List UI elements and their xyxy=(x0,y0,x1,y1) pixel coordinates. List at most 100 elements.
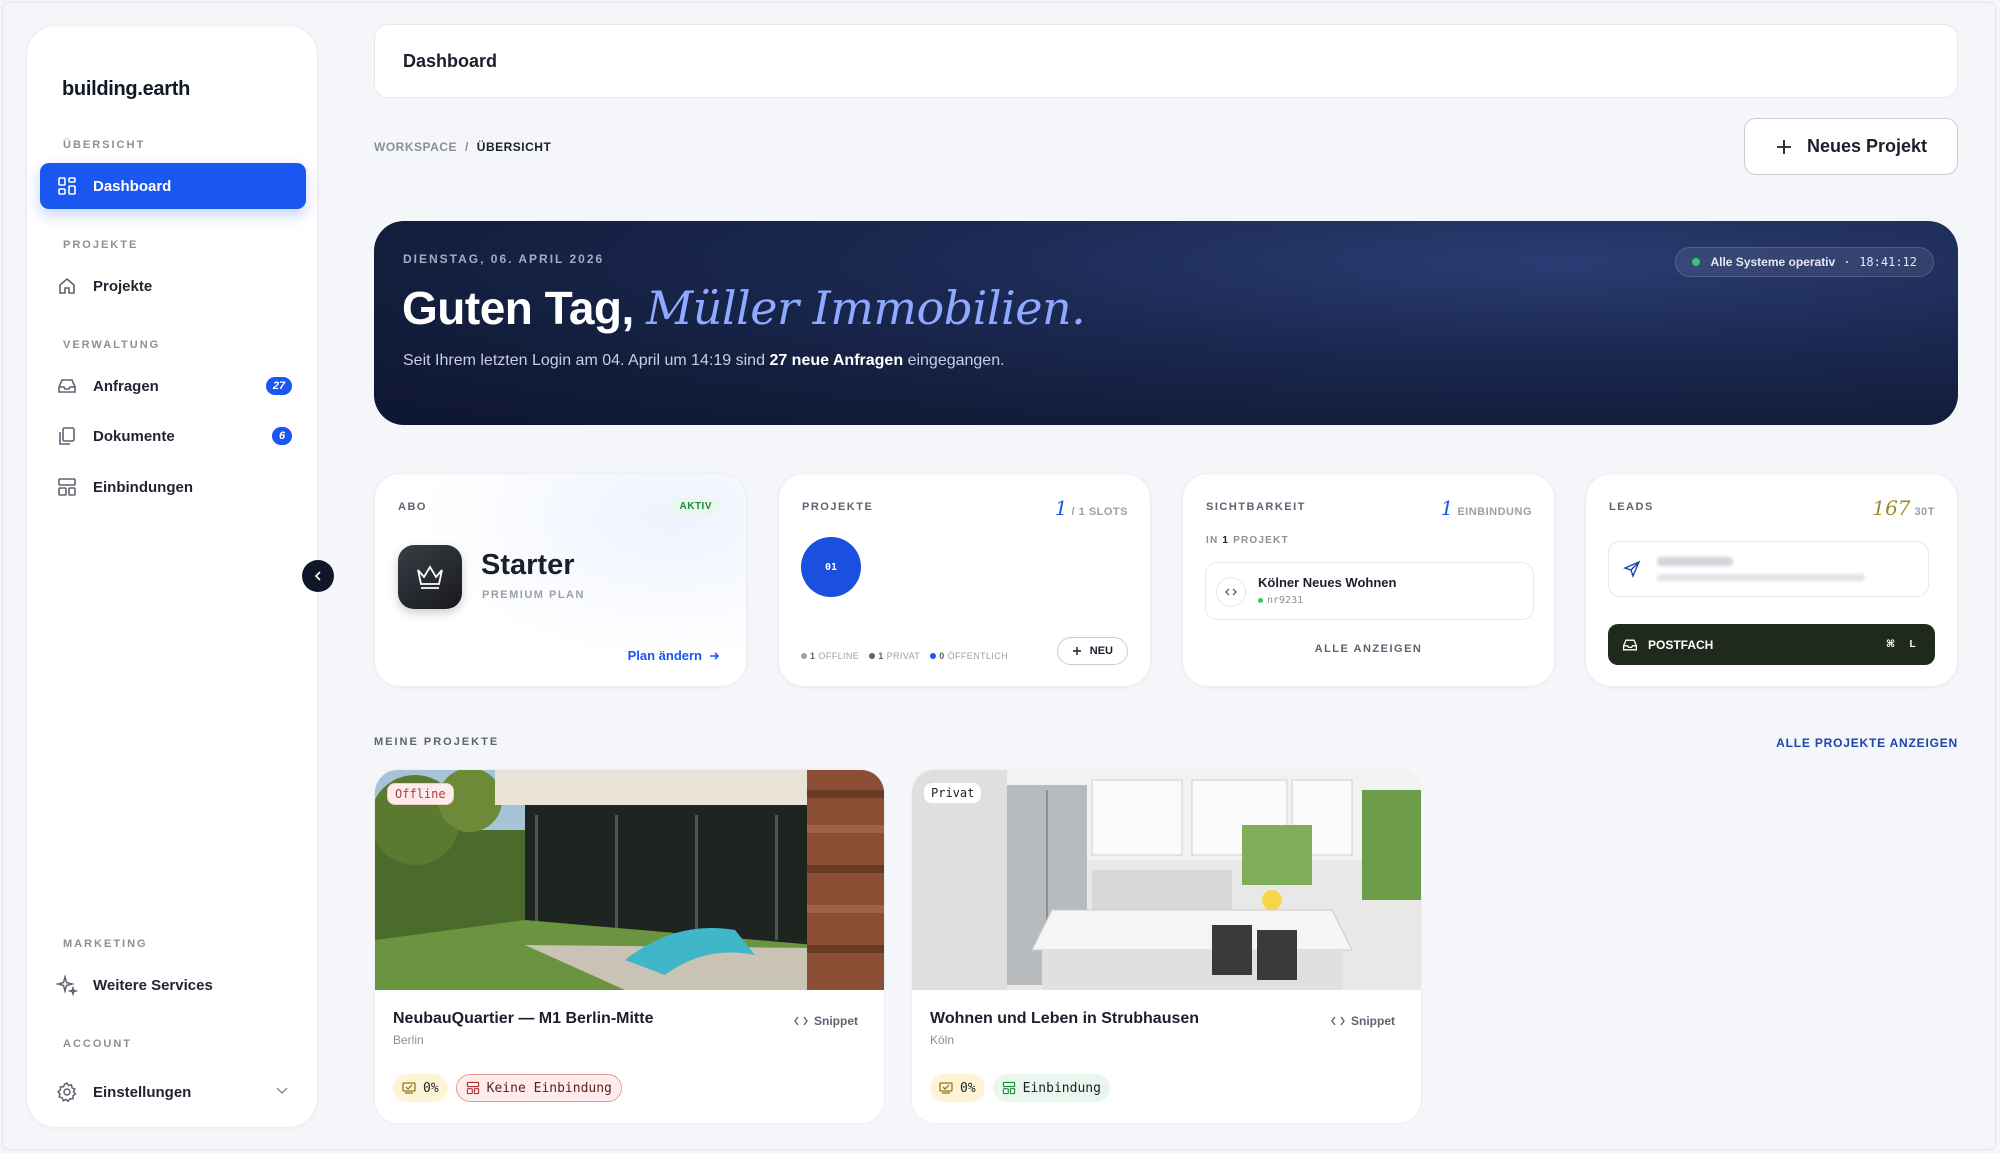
sidebar-item-einbindungen[interactable]: Einbindungen xyxy=(40,464,306,510)
arrow-right-icon xyxy=(710,651,720,660)
legend-privat: 1 PRIVAT xyxy=(869,651,920,661)
show-all-link[interactable]: ALLE ANZEIGEN xyxy=(1183,643,1554,655)
project-image xyxy=(912,770,1421,990)
layout-icon xyxy=(1002,1081,1015,1095)
sidebar-collapse-button[interactable] xyxy=(302,560,334,592)
section-label-projects: PROJEKTE xyxy=(63,239,139,251)
sub-post: PROJEKT xyxy=(1233,535,1289,546)
status-dot-icon xyxy=(1692,258,1701,266)
snippet-label: Snippet xyxy=(814,1014,858,1028)
shortcut-cmd-key: ⌘ xyxy=(1885,639,1896,650)
welcome-hero: DIENSTAG, 06. APRIL 2026 Guten Tag, Müll… xyxy=(374,221,1958,425)
legend-num: 1 xyxy=(810,651,816,661)
legend-dot-icon xyxy=(801,653,807,659)
lead-preview[interactable] xyxy=(1608,541,1929,597)
sidebar-item-anfragen[interactable]: Anfragen 27 xyxy=(40,363,306,409)
new-project-button[interactable]: Neues Projekt xyxy=(1744,118,1958,175)
card-label: LEADS xyxy=(1609,501,1654,513)
snippet-button[interactable]: Snippet xyxy=(794,1014,858,1028)
status-time: 18:41:12 xyxy=(1859,255,1917,269)
chevron-down-icon[interactable] xyxy=(274,1082,290,1102)
change-plan-link[interactable]: Plan ändern xyxy=(628,648,720,663)
change-plan-label: Plan ändern xyxy=(627,648,702,663)
crown-icon xyxy=(398,545,462,609)
chevron-left-icon xyxy=(314,571,321,581)
progress-value: 0% xyxy=(960,1080,976,1096)
projekte-card: PROJEKTE 1 / 1 SLOTS 01 1 OFFLINE 1 PRIVAT… xyxy=(778,473,1151,687)
code-icon xyxy=(1331,1016,1345,1026)
hero-sub-pre: Seit Ihrem letzten Login am 04. April um… xyxy=(403,352,765,369)
sidebar-item-einstellungen[interactable]: Einstellungen xyxy=(40,1069,306,1115)
new-project-label: Neues Projekt xyxy=(1806,136,1928,156)
layout-icon xyxy=(466,1081,479,1095)
shortcut-l-key: L xyxy=(1909,639,1916,650)
document-icon xyxy=(56,425,78,447)
legend-public: 0 ÖFFENTLICH xyxy=(930,651,1008,661)
plan-tier: PREMIUM PLAN xyxy=(482,589,585,601)
project-city: Berlin xyxy=(393,1033,424,1047)
layout-icon xyxy=(56,476,78,498)
leads-card: LEADS 167 30T POSTFACH ⌘ L xyxy=(1585,473,1958,687)
inbox-label: POSTFACH xyxy=(1648,637,1714,652)
project-city: Köln xyxy=(930,1033,955,1047)
dokumente-badge: 6 xyxy=(272,427,292,445)
anfragen-badge: 27 xyxy=(266,377,292,395)
einbindung-count: 1 EINBINDUNG xyxy=(1441,496,1532,520)
sichtbarkeit-card: SICHTBARKEIT 1 EINBINDUNG IN 1 PROJEKT K… xyxy=(1182,473,1555,687)
project-legend: 1 OFFLINE 1 PRIVAT 0 ÖFFENTLICH xyxy=(801,651,1008,661)
project-card[interactable]: Privat Wohnen und Leben in Strubhausen K… xyxy=(911,769,1422,1124)
all-projects-link[interactable]: ALLE PROJEKTE ANZEIGEN xyxy=(1776,736,1958,750)
sidebar-item-dokumente[interactable]: Dokumente 6 xyxy=(40,413,306,459)
projekte-count-unit: / 1 SLOTS xyxy=(1071,506,1128,518)
card-label: PROJEKTE xyxy=(802,501,874,513)
section-label-account: ACCOUNT xyxy=(63,1038,132,1050)
embed-id: nr9231 xyxy=(1258,595,1303,606)
snippet-label: Snippet xyxy=(1351,1014,1395,1028)
code-icon xyxy=(794,1016,808,1026)
breadcrumb-root[interactable]: WORKSPACE xyxy=(374,140,457,154)
projekte-count-value: 1 xyxy=(1054,496,1068,520)
abo-card: ABO AKTIV Starter PREMIUM PLAN Plan ände… xyxy=(374,473,747,687)
sub-pre: IN xyxy=(1206,535,1219,546)
inbox-icon xyxy=(56,375,78,397)
brand-logo[interactable]: building.earth xyxy=(62,78,190,101)
topbar: Dashboard xyxy=(374,24,1958,98)
project-title: NeubauQuartier — M1 Berlin-Mitte xyxy=(393,1010,654,1027)
card-label: SICHTBARKEIT xyxy=(1206,501,1306,513)
projekte-count: 1 / 1 SLOTS xyxy=(1055,496,1128,520)
hero-subtitle: Seit Ihrem letzten Login am 04. April um… xyxy=(403,352,1005,370)
embed-status-label: Einbindung xyxy=(1022,1080,1101,1096)
home-icon xyxy=(56,275,78,297)
hero-date: DIENSTAG, 06. APRIL 2026 xyxy=(403,252,605,266)
plus-icon xyxy=(1072,647,1081,655)
projects-section-title: MEINE PROJEKTE xyxy=(374,736,500,748)
plus-icon xyxy=(1776,139,1791,154)
project-card[interactable]: Offline NeubauQuartier — M1 Berlin-Mitte… xyxy=(374,769,885,1124)
section-label-marketing: MARKETING xyxy=(63,938,148,950)
sidebar-item-dashboard[interactable]: Dashboard xyxy=(40,163,306,209)
einbindung-count-value: 1 xyxy=(1440,496,1454,520)
sub-num: 1 xyxy=(1222,535,1230,546)
sidebar-item-projekte[interactable]: Projekte xyxy=(40,263,306,309)
inbox-button[interactable]: POSTFACH ⌘ L xyxy=(1608,624,1935,665)
plan-name: Starter xyxy=(481,549,575,581)
lead-message-blurred xyxy=(1657,574,1865,581)
sidebar-item-label: Anfragen xyxy=(93,377,159,395)
project-title: Wohnen und Leben in Strubhausen xyxy=(930,1010,1200,1027)
sidebar-item-label: Projekte xyxy=(93,277,153,295)
legend-num: 1 xyxy=(878,651,884,661)
embed-item[interactable]: Kölner Neues Wohnen nr9231 xyxy=(1205,562,1534,620)
leads-count: 167 30T xyxy=(1872,496,1935,520)
new-project-small-button[interactable]: NEU xyxy=(1056,637,1128,665)
page-title: Dashboard xyxy=(403,51,498,71)
project-slot-circle[interactable]: 01 xyxy=(801,537,861,597)
lead-name-blurred xyxy=(1657,557,1733,566)
checklist-icon xyxy=(939,1082,953,1094)
checklist-icon xyxy=(402,1082,416,1094)
sidebar-item-label: Dashboard xyxy=(93,177,172,195)
status-badge: Privat xyxy=(924,783,982,803)
snippet-button[interactable]: Snippet xyxy=(1331,1014,1395,1028)
sidebar-item-services[interactable]: Weitere Services xyxy=(40,962,306,1008)
project-chips: 0% Einbindung xyxy=(930,1074,1110,1102)
send-icon xyxy=(1623,560,1641,583)
